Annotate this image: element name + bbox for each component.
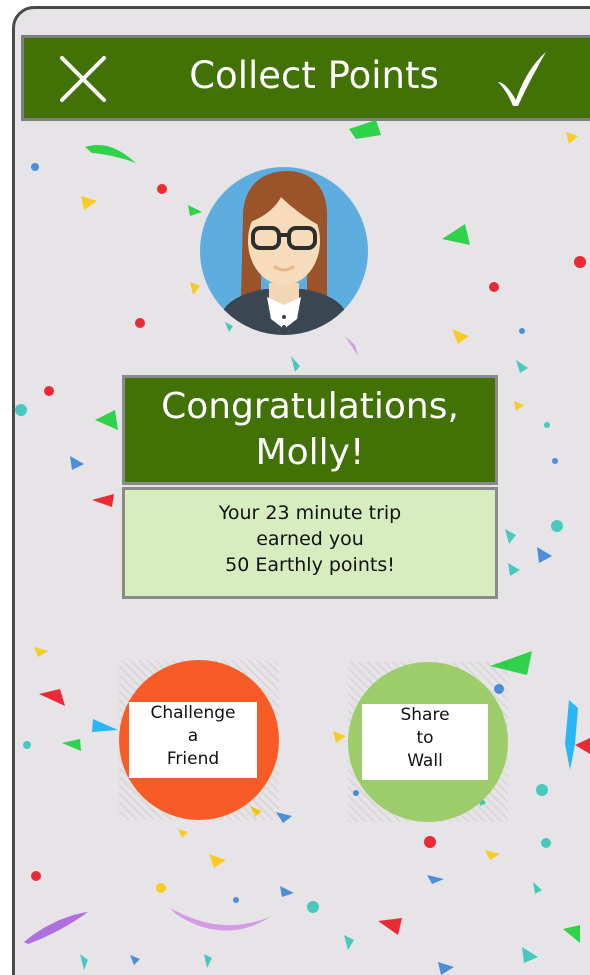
congratulations-banner: Congratulations, Molly! [122, 375, 498, 485]
checkmark-icon [498, 52, 546, 106]
close-button[interactable] [58, 54, 108, 104]
confirm-button[interactable] [494, 48, 550, 110]
screen-title: Collect Points [189, 54, 439, 97]
app-header: Collect Points [21, 35, 590, 121]
trip-summary-message: Your 23 minute trip earned you 50 Earthl… [122, 487, 498, 599]
close-x-icon [60, 56, 106, 102]
challenge-label-line-3: Friend [166, 749, 220, 769]
challenge-friend-label: Challenge a Friend [129, 702, 257, 778]
summary-line-3: 50 Earthly points! [225, 554, 395, 576]
challenge-label-line-2: a [187, 726, 199, 746]
share-to-wall-area: Share to Wall [348, 662, 508, 822]
congrats-line-1: Congratulations, [161, 386, 459, 427]
collect-points-screen: Collect Points Congratulations, Molly! Y… [0, 0, 590, 975]
share-label-line-2: to [416, 728, 434, 748]
congrats-line-2: Molly! [255, 432, 365, 473]
summary-line-2: earned you [256, 528, 364, 550]
share-label-line-1: Share [400, 705, 450, 725]
woman-avatar-icon [200, 167, 368, 335]
share-label-line-3: Wall [407, 751, 443, 771]
challenge-friend-area: Challenge a Friend [119, 660, 279, 820]
challenge-label-line-1: Challenge [150, 703, 236, 723]
share-to-wall-label: Share to Wall [362, 704, 488, 780]
summary-line-1: Your 23 minute trip [218, 502, 402, 524]
